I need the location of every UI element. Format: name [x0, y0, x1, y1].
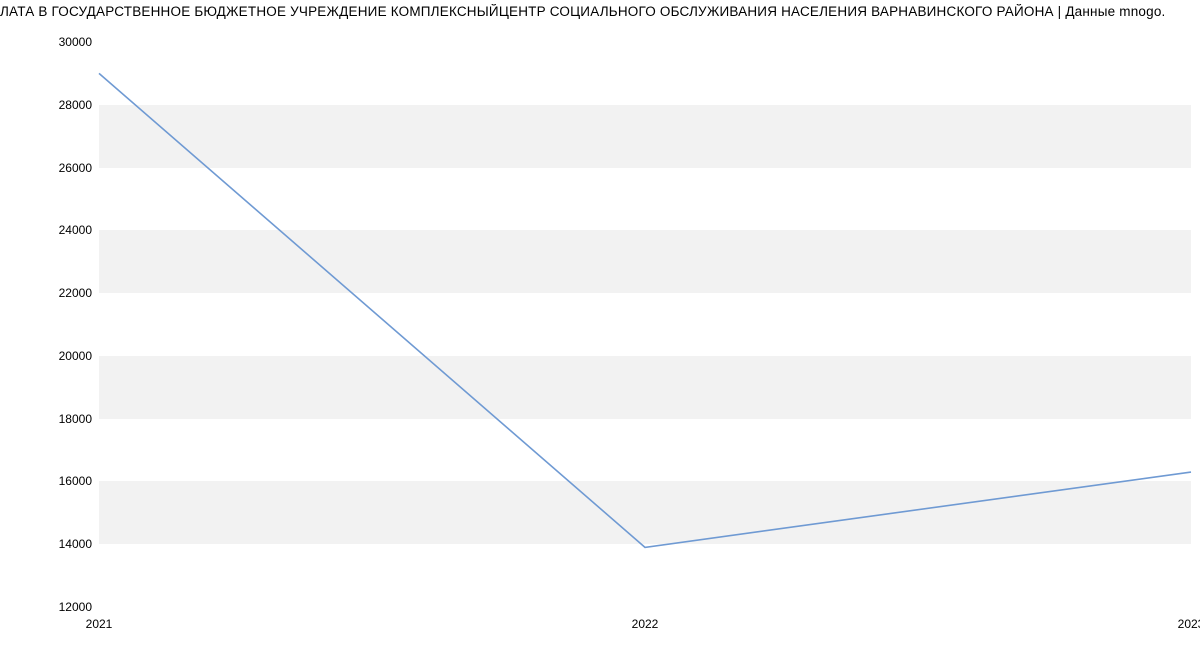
line-chart-svg — [99, 42, 1191, 607]
x-tick-label: 2022 — [632, 617, 659, 631]
y-tick-label: 18000 — [2, 412, 92, 426]
plot-area — [99, 42, 1191, 607]
x-tick-label: 2021 — [86, 617, 113, 631]
y-tick-label: 24000 — [2, 223, 92, 237]
y-tick-label: 14000 — [2, 537, 92, 551]
y-tick-label: 28000 — [2, 98, 92, 112]
y-tick-label: 26000 — [2, 161, 92, 175]
y-tick-label: 20000 — [2, 349, 92, 363]
y-tick-label: 30000 — [2, 35, 92, 49]
x-tick-label: 2023 — [1178, 617, 1200, 631]
data-line — [99, 73, 1191, 547]
y-tick-label: 12000 — [2, 600, 92, 614]
chart-title: ЛАТА В ГОСУДАРСТВЕННОЕ БЮДЖЕТНОЕ УЧРЕЖДЕ… — [0, 4, 1200, 19]
chart-container: ЛАТА В ГОСУДАРСТВЕННОЕ БЮДЖЕТНОЕ УЧРЕЖДЕ… — [0, 0, 1200, 650]
y-tick-label: 22000 — [2, 286, 92, 300]
y-tick-label: 16000 — [2, 474, 92, 488]
